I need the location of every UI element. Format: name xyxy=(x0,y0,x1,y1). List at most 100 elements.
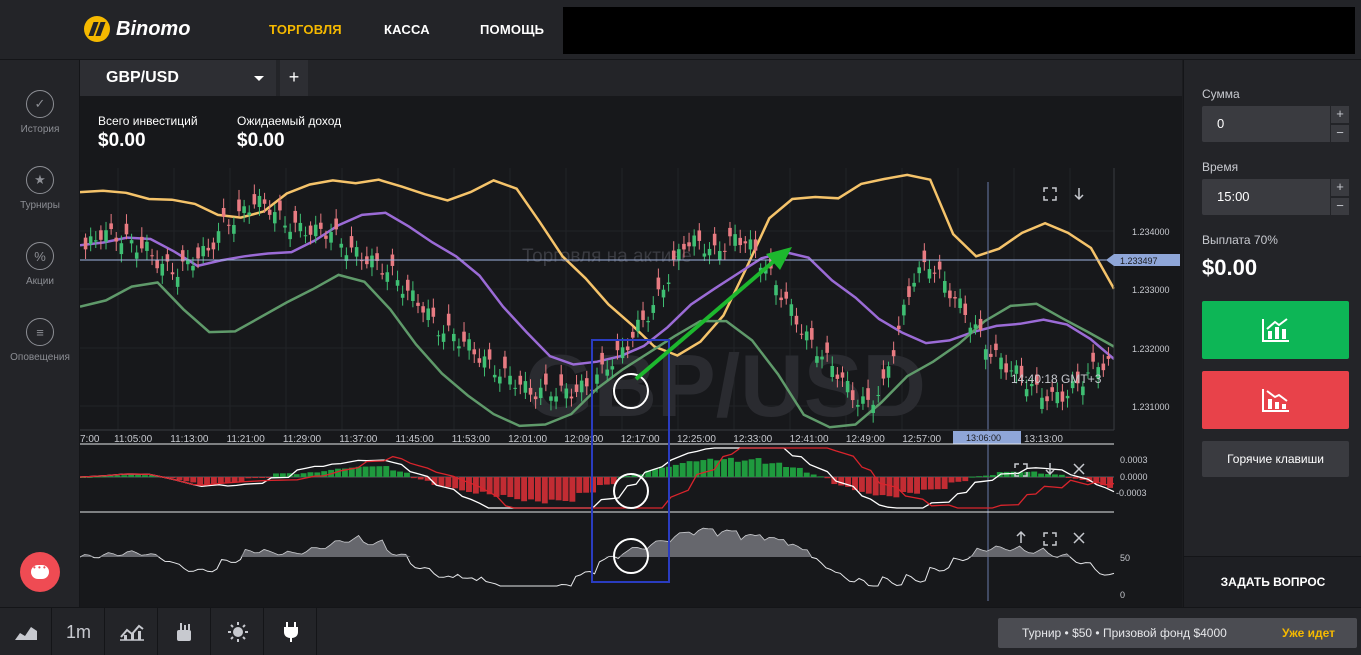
macd-bar xyxy=(672,464,679,477)
macd-bar xyxy=(279,473,286,477)
candle-body xyxy=(1040,397,1044,409)
macd-bar xyxy=(217,477,224,484)
chat-button[interactable] xyxy=(20,552,60,592)
macd-bar xyxy=(907,477,914,493)
nav-help[interactable]: ПОМОЩЬ xyxy=(480,22,544,37)
macd-bar xyxy=(493,477,500,497)
candle-body xyxy=(288,231,292,240)
tournament-banner[interactable]: Турнир • $50 • Призовой фонд $4000 Уже и… xyxy=(998,618,1357,648)
candle-body xyxy=(155,259,159,269)
candle-body xyxy=(145,241,149,251)
candle-body xyxy=(876,394,881,396)
macd-bar xyxy=(183,477,190,482)
macd-bar xyxy=(1038,473,1045,477)
price-chart[interactable]: GBP/USD Торговля на активе 1.234000 1.23… xyxy=(80,96,1182,607)
asset-tab-gbpusd[interactable]: GBP/USD xyxy=(80,60,276,96)
nav-cashier[interactable]: КАССА xyxy=(384,22,430,37)
macd-bar xyxy=(204,477,210,485)
candle-body xyxy=(416,302,420,306)
trade-up-button[interactable] xyxy=(1202,301,1349,359)
list-icon: ≡ xyxy=(26,318,54,346)
macd-bar xyxy=(686,461,693,477)
nav-trading[interactable]: ТОРГОВЛЯ xyxy=(269,22,342,37)
candle-body xyxy=(206,247,211,251)
macd-bar xyxy=(934,477,941,490)
time-tick: 11:29:00 xyxy=(283,434,322,445)
time-plus-button[interactable]: + xyxy=(1331,179,1349,196)
sidebar-item-label: История xyxy=(20,124,60,135)
sidebar-item-history[interactable]: ✓ История xyxy=(0,90,80,135)
candle-body xyxy=(625,346,630,351)
highlight-circle xyxy=(613,473,649,509)
time-tick: 11:37:00 xyxy=(339,434,378,445)
add-asset-button[interactable]: + xyxy=(280,60,308,96)
amount-minus-button[interactable]: − xyxy=(1331,125,1349,142)
price-tick: 1.233000 xyxy=(1132,285,1170,295)
amount-input[interactable]: 0 xyxy=(1202,106,1330,142)
sidebar-item-label: Оповещения xyxy=(10,352,70,363)
macd-bar xyxy=(376,466,383,477)
chart-type-button[interactable] xyxy=(0,608,52,655)
time-tick: 12:09:00 xyxy=(564,434,603,445)
candle-body xyxy=(298,222,303,232)
chart-faded-text: Торговля на активе xyxy=(522,246,692,267)
candle-body xyxy=(528,387,533,395)
sidebar-item-promotions[interactable]: % Акции xyxy=(0,242,80,287)
time-tick: 12:17:00 xyxy=(621,434,660,445)
candle-body xyxy=(257,195,262,208)
macd-bar xyxy=(438,477,445,487)
macd-bar xyxy=(831,477,838,485)
macd-bar xyxy=(810,474,817,477)
macd-bar xyxy=(590,477,596,493)
macd-bar xyxy=(135,475,142,477)
trade-down-button[interactable] xyxy=(1202,371,1349,429)
amount-label: Сумма xyxy=(1202,87,1240,101)
candle-body xyxy=(462,331,466,342)
time-minus-button[interactable]: − xyxy=(1331,198,1349,215)
candle-body xyxy=(1081,386,1085,396)
macd-bar xyxy=(1031,471,1038,477)
macd-indicator xyxy=(80,447,1115,509)
candle-body xyxy=(99,230,103,240)
timeframe-button[interactable]: 1m xyxy=(53,608,105,655)
sidebar-item-notifications[interactable]: ≡ Оповещения xyxy=(0,318,80,363)
candle-body xyxy=(804,331,809,341)
macd-bar xyxy=(597,477,603,486)
macd-bar xyxy=(142,475,148,477)
candle-body xyxy=(221,207,226,217)
sidebar-item-tournaments[interactable]: ★ Турниры xyxy=(0,166,80,211)
candle-body xyxy=(1004,363,1008,373)
candle-body xyxy=(482,356,487,368)
amount-plus-button[interactable]: + xyxy=(1331,106,1349,123)
ask-question-button[interactable]: ЗАДАТЬ ВОПРОС xyxy=(1184,556,1361,607)
indicators-button[interactable] xyxy=(106,608,158,655)
theme-button[interactable] xyxy=(212,608,264,655)
trade-panel: Сумма 0 + − Время 15:00 + − Выплата 70% … xyxy=(1183,60,1361,607)
macd-bar xyxy=(1107,477,1113,488)
chart-area[interactable]: Всего инвестиций $0.00 Ожидаемый доход $… xyxy=(80,96,1182,607)
cursor-time-label: 13:06:00 xyxy=(966,433,1001,443)
drawing-tools-button[interactable] xyxy=(159,608,211,655)
candle-body xyxy=(467,339,471,351)
time-tick: 11:13:00 xyxy=(170,434,209,445)
macd-bar xyxy=(624,476,631,478)
candle-body xyxy=(405,279,410,291)
candle-body xyxy=(308,225,313,235)
candle-body xyxy=(902,304,906,316)
time-input[interactable]: 15:00 xyxy=(1202,179,1330,215)
candle-body xyxy=(815,356,819,363)
chevron-down-icon[interactable] xyxy=(254,76,264,81)
logo[interactable]: Binomo xyxy=(84,16,190,42)
macd-bar xyxy=(790,467,796,477)
macd-bar xyxy=(914,477,920,494)
macd-bar xyxy=(700,460,707,477)
candle-body xyxy=(948,290,952,299)
candle-body xyxy=(1050,387,1054,392)
plugin-button[interactable] xyxy=(265,608,317,655)
candle-body xyxy=(983,349,988,360)
hotkeys-button[interactable]: Горячие клавиши xyxy=(1202,441,1349,477)
time-tick: 11:53:00 xyxy=(452,434,491,445)
candle-body xyxy=(109,223,113,230)
time-tick: 12:25:00 xyxy=(677,434,716,445)
oscillator-fill xyxy=(80,528,1114,557)
